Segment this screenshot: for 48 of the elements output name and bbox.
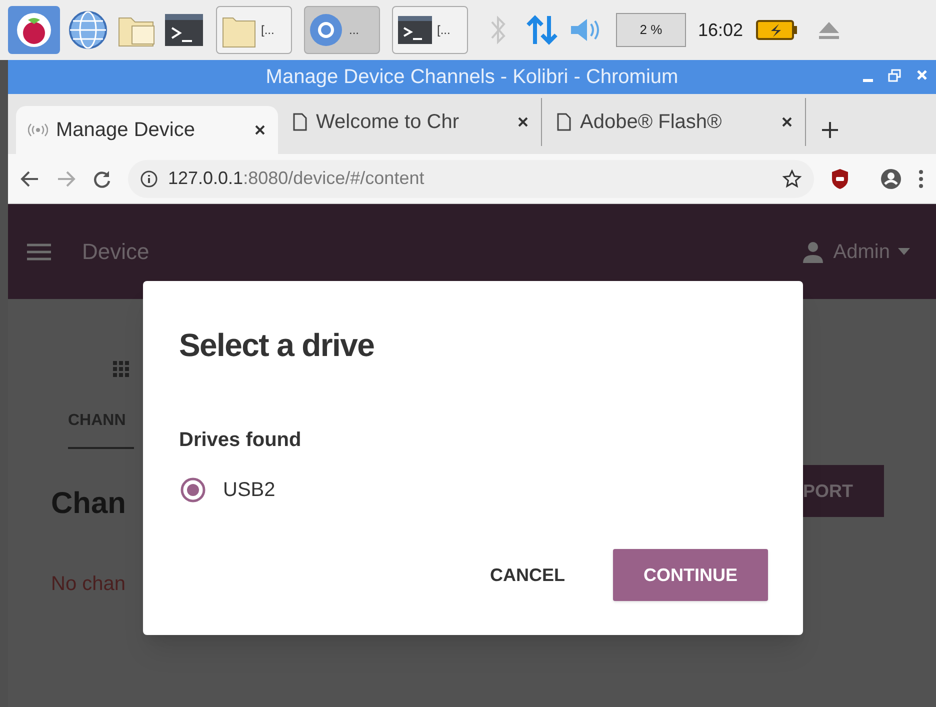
broadcast-icon[interactable] bbox=[28, 122, 48, 138]
person-icon[interactable] bbox=[801, 240, 826, 264]
page-icon[interactable] bbox=[556, 112, 572, 132]
reload-icon[interactable] bbox=[92, 168, 112, 188]
window-button[interactable]: ... bbox=[304, 6, 380, 54]
account-icon[interactable] bbox=[880, 168, 902, 190]
dialog-title: Select a drive bbox=[179, 326, 376, 365]
browser-icon[interactable] bbox=[309, 12, 345, 48]
app-title: Device bbox=[82, 238, 150, 266]
window-label: [... bbox=[261, 22, 274, 39]
continue-button[interactable]: CONTINUE bbox=[613, 549, 768, 601]
page-icon[interactable] bbox=[292, 112, 308, 132]
section-label: Drives found bbox=[179, 428, 302, 453]
shield-icon[interactable] bbox=[830, 168, 850, 190]
window-label: ... bbox=[349, 22, 360, 39]
caret-icon[interactable] bbox=[898, 248, 910, 256]
close-icon[interactable] bbox=[517, 116, 529, 128]
menu-icon[interactable] bbox=[26, 242, 52, 262]
radio-icon[interactable] bbox=[179, 476, 207, 504]
browser-tab[interactable]: Manage Device bbox=[16, 106, 278, 154]
browser-tab[interactable]: Welcome to Chr bbox=[280, 98, 542, 146]
window-title: Manage Device Channels - Kolibri - Chromium bbox=[266, 65, 678, 90]
new-tab-icon[interactable] bbox=[820, 120, 840, 140]
cancel-button[interactable]: CANCEL bbox=[462, 549, 593, 601]
terminal-icon[interactable] bbox=[164, 12, 204, 48]
address-field[interactable]: 127.0.0.1:8080/device/#/content bbox=[128, 160, 814, 198]
cpu-monitor: 2 % bbox=[616, 13, 686, 47]
url-path: :8080/device/#/content bbox=[243, 168, 424, 188]
close-icon[interactable] bbox=[254, 124, 266, 136]
more-icon[interactable] bbox=[918, 168, 924, 188]
window-label: [... bbox=[437, 22, 450, 39]
tab-title: Adobe® Flash® bbox=[580, 110, 723, 135]
window-button[interactable]: [... bbox=[392, 6, 468, 54]
back-icon[interactable] bbox=[20, 168, 40, 188]
star-icon[interactable] bbox=[782, 168, 802, 188]
battery-charging-icon[interactable] bbox=[755, 18, 800, 42]
browser-tab[interactable]: Adobe® Flash® bbox=[544, 98, 806, 146]
globe-icon[interactable] bbox=[68, 10, 108, 50]
url-host: 127.0.0.1 bbox=[168, 168, 244, 188]
tab-title: Manage Device bbox=[56, 118, 196, 143]
menu-button[interactable] bbox=[8, 6, 60, 54]
window-button[interactable]: [... bbox=[216, 6, 292, 54]
tab-title: Welcome to Chr bbox=[316, 110, 460, 135]
clock: 16:02 bbox=[698, 18, 744, 42]
info-icon[interactable] bbox=[140, 170, 158, 188]
page-heading: Chan bbox=[51, 486, 126, 522]
close-icon[interactable] bbox=[781, 116, 793, 128]
radio-option[interactable]: USB2 bbox=[179, 475, 767, 505]
